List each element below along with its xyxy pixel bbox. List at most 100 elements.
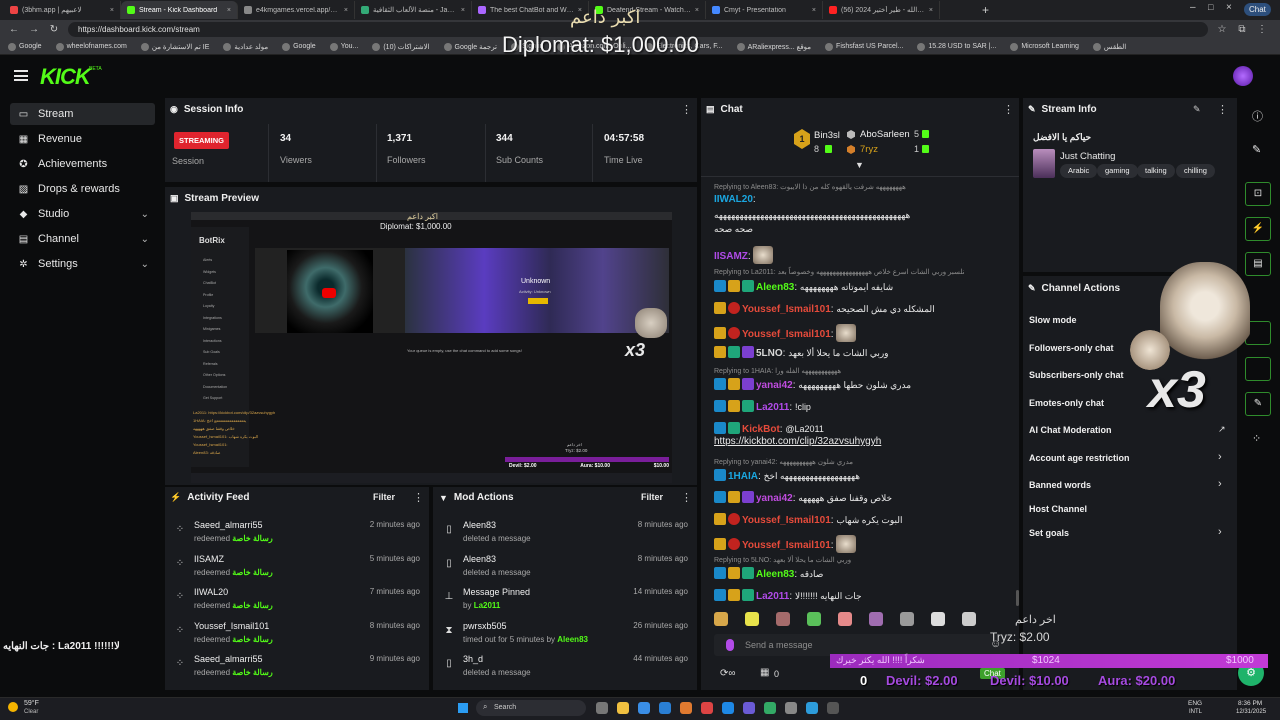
chat-username[interactable]: yanai42 <box>756 493 793 504</box>
lightning-rail-button[interactable]: ⚡ <box>1245 217 1271 241</box>
infinity-icon[interactable]: ⟳∞ <box>720 668 736 679</box>
chat-username[interactable]: KickBot <box>742 424 780 435</box>
tab-close-icon[interactable]: × <box>695 7 699 14</box>
taskbar-app-icon[interactable] <box>617 702 629 714</box>
emote-icon[interactable] <box>776 612 790 626</box>
channel-action-ai-chat-moderation[interactable]: AI Chat Moderation <box>1029 425 1112 435</box>
mod-filter-button[interactable]: Filter <box>641 492 663 502</box>
camera-rail-button[interactable]: ⊡ <box>1245 182 1271 206</box>
edit-icon[interactable]: ✎ <box>1193 104 1201 115</box>
stream-tag[interactable]: Arabic <box>1060 164 1098 178</box>
activity-row[interactable]: Saeed_almarri55 redeemed رسالة خاصة <box>194 654 273 677</box>
bookmark-item[interactable]: Microsoft Learning <box>1010 42 1079 51</box>
chevron-right-icon[interactable]: › <box>1218 526 1222 538</box>
channel-action-account-age-restriction[interactable]: Account age restriction <box>1029 453 1130 463</box>
session-menu-icon[interactable]: ⋮ <box>681 103 692 116</box>
tab-close-icon[interactable]: × <box>110 7 114 14</box>
channel-action-banned-words[interactable]: Banned words <box>1029 480 1091 490</box>
bookmark-item[interactable]: مولد عدادية <box>223 42 268 51</box>
bookmark-item[interactable]: (10) الاشتراكات <box>372 42 430 51</box>
bookmark-item[interactable]: الطقس <box>1092 42 1126 51</box>
chat-username[interactable]: Youssef_Ismail101 <box>742 540 831 551</box>
bookmark-item[interactable]: You... <box>329 42 358 51</box>
sidebar-item-channel[interactable]: ▤ Channel ⌄ <box>10 228 155 250</box>
chat-menu-icon[interactable]: ⋮ <box>1003 103 1014 116</box>
taskbar-app-icon[interactable] <box>701 702 713 714</box>
chat-username[interactable]: 5LNO <box>756 348 783 359</box>
tab-close-icon[interactable]: × <box>461 7 465 14</box>
rail-button-5[interactable] <box>1245 357 1271 381</box>
kick-logo[interactable]: KICK <box>40 64 91 90</box>
browser-tab[interactable]: Stream - Kick Dashboard × <box>121 1 238 19</box>
chat-username[interactable]: Youssef_Ismail101 <box>742 515 831 526</box>
emote-icon[interactable] <box>900 612 914 626</box>
window-maximize-icon[interactable]: □ <box>1208 2 1213 12</box>
stream-tag[interactable]: chilling <box>1176 164 1215 178</box>
emote-icon[interactable] <box>745 612 759 626</box>
chrome-profile[interactable]: Chat <box>1244 3 1271 16</box>
emote-icon[interactable] <box>838 612 852 626</box>
taskbar-app-icon[interactable] <box>806 702 818 714</box>
mod-row[interactable]: Message Pinned by La2011 <box>463 587 530 610</box>
list-rail-button[interactable]: ▤ <box>1245 252 1271 276</box>
sidebar-item-achievements[interactable]: ✪ Achievements <box>10 153 155 175</box>
menu-dots-icon[interactable]: ⋮ <box>1256 24 1268 35</box>
store-icon[interactable]: ▦ <box>760 667 769 678</box>
extensions-icon[interactable]: ⧉ <box>1236 24 1248 35</box>
bookmark-item[interactable]: تم الاستشارة من IE <box>140 42 209 51</box>
start-icon[interactable] <box>458 703 468 713</box>
browser-tab[interactable]: (3bhm.app | لاعبيهم × <box>4 1 121 19</box>
browser-tab[interactable]: e4kmgames.vercel.app/games/wh... × <box>238 1 355 19</box>
dots-rail-icon[interactable]: ⁘ <box>1252 432 1261 445</box>
emote-icon[interactable] <box>807 612 821 626</box>
sidebar-item-drops-rewards[interactable]: ▨ Drops & rewards <box>10 178 155 200</box>
chat-username[interactable]: IISAMZ <box>714 251 748 262</box>
bookmark-item[interactable]: Google <box>8 42 42 51</box>
sidebar-item-revenue[interactable]: ▦ Revenue <box>10 128 155 150</box>
taskbar-app-icon[interactable] <box>680 702 692 714</box>
bookmark-item[interactable]: 15.28 USD to SAR |... <box>917 42 996 51</box>
info-rail-icon[interactable]: ⓘ <box>1252 108 1263 124</box>
emote-icon[interactable] <box>931 612 945 626</box>
window-minimize-icon[interactable]: – <box>1190 2 1196 13</box>
stream-info-menu-icon[interactable]: ⋮ <box>1217 103 1228 116</box>
taskbar-search[interactable] <box>476 700 586 716</box>
new-tab-button[interactable]: + <box>982 3 989 17</box>
taskbar-app-icon[interactable] <box>764 702 776 714</box>
taskbar-app-icon[interactable] <box>785 702 797 714</box>
chevron-down-icon[interactable]: ▼ <box>855 160 864 170</box>
stream-preview-video[interactable]: BotRix Alerts Widgets ChatBot Profile Loyalt… <box>191 212 672 483</box>
taskbar-app-icon[interactable] <box>722 702 734 714</box>
reload-icon[interactable]: ↻ <box>48 24 60 35</box>
stream-tag[interactable]: gaming <box>1097 164 1138 178</box>
chat-username[interactable]: IIWAL20 <box>714 194 753 205</box>
tab-close-icon[interactable]: × <box>227 7 231 14</box>
star-icon[interactable]: ☆ <box>1216 24 1228 35</box>
channel-action-emotes-only-chat[interactable]: Emotes-only chat <box>1029 398 1104 408</box>
bookmark-item[interactable]: Google <box>282 42 316 51</box>
browser-tab[interactable]: منصة الألعاب الثقافية - Jawlah | جولة × <box>355 1 472 19</box>
sidebar-item-settings[interactable]: ✲ Settings ⌄ <box>10 253 155 275</box>
activity-filter-button[interactable]: Filter <box>373 492 395 502</box>
avatar[interactable] <box>1233 66 1253 86</box>
channel-action-host-channel[interactable]: Host Channel <box>1029 504 1087 514</box>
pencil-rail-icon[interactable]: ✎ <box>1252 143 1261 156</box>
activity-menu-icon[interactable]: ⋮ <box>413 491 424 504</box>
back-icon[interactable]: ← <box>8 24 20 35</box>
sidebar-item-stream[interactable]: ▭ Stream <box>10 103 155 125</box>
stream-tag[interactable]: talking <box>1137 164 1175 178</box>
activity-row[interactable]: IIWAL20 redeemed رسالة خاصة <box>194 587 273 610</box>
window-close-icon[interactable]: × <box>1226 2 1232 13</box>
browser-tab[interactable]: (56) زيد عبدالله - طير أختير 2024 | × <box>823 1 940 19</box>
chat-username[interactable]: 1HAIA <box>728 471 758 482</box>
activity-row[interactable]: IISAMZ redeemed رسالة خاصة <box>194 554 273 577</box>
taskbar-app-icon[interactable] <box>659 702 671 714</box>
bookmark-item[interactable]: Google ترجمة <box>443 42 497 51</box>
chat-username[interactable]: La2011 <box>756 402 789 413</box>
activity-row[interactable]: Saeed_almarri55 redeemed رسالة خاصة <box>194 520 273 543</box>
bookmark-item[interactable]: ARaliexpress... موقع <box>736 42 811 51</box>
taskbar-app-icon[interactable] <box>638 702 650 714</box>
channel-action-set-goals[interactable]: Set goals <box>1029 528 1069 538</box>
chat-link[interactable]: https://kickbot.com/clip/32azvsuhygyh <box>714 436 881 447</box>
chevron-right-icon[interactable]: › <box>1218 451 1222 463</box>
